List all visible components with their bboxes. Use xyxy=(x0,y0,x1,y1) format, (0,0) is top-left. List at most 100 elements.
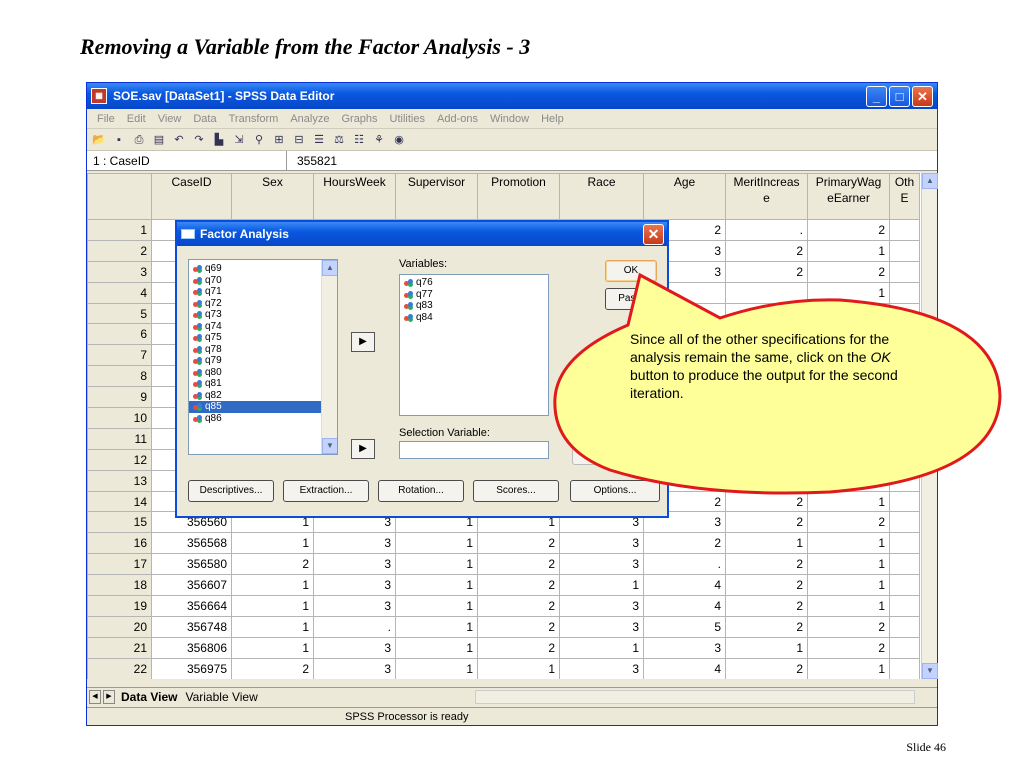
data-cell[interactable] xyxy=(889,511,920,534)
data-cell[interactable]: 1 xyxy=(725,532,808,555)
data-cell[interactable]: . xyxy=(807,469,890,492)
column-header-caseid[interactable]: CaseID xyxy=(151,173,232,220)
descriptives-button[interactable]: Descriptives... xyxy=(188,480,274,502)
move-to-variables-button[interactable]: ▶ xyxy=(351,332,375,352)
column-header-othe[interactable]: Oth E xyxy=(889,173,920,220)
row-number[interactable]: 9 xyxy=(87,386,152,409)
data-cell[interactable]: 1 xyxy=(807,490,890,513)
data-cell[interactable]: 1 xyxy=(231,595,314,617)
cell-value[interactable]: 355821 xyxy=(287,154,337,168)
data-cell[interactable]: 2 xyxy=(725,511,808,534)
source-list-scrollbar[interactable]: ▲ ▼ xyxy=(321,260,337,454)
dialog-titlebar[interactable]: Factor Analysis xyxy=(177,222,667,246)
scroll-up-icon[interactable]: ▲ xyxy=(922,173,938,189)
data-cell[interactable]: 3 xyxy=(313,574,396,597)
row-number[interactable]: 18 xyxy=(87,574,152,597)
source-variable-item[interactable]: q72 xyxy=(189,298,337,310)
data-cell[interactable]: 1 xyxy=(477,657,560,679)
goto-case-icon[interactable]: ⇲ xyxy=(231,132,247,148)
data-cell[interactable]: 1 xyxy=(395,636,478,659)
data-cell[interactable]: 1 xyxy=(395,595,478,617)
data-cell[interactable]: 2 xyxy=(477,532,560,555)
data-cell[interactable] xyxy=(889,448,920,471)
menu-item-addons[interactable]: Add-ons xyxy=(437,113,478,125)
print-icon[interactable]: ⎙ xyxy=(131,132,147,148)
data-cell[interactable] xyxy=(889,636,920,659)
goto-chart-icon[interactable]: ▙ xyxy=(211,132,227,148)
maximize-button[interactable]: □ xyxy=(889,86,910,107)
column-header-hoursweek[interactable]: HoursWeek xyxy=(313,173,396,220)
column-header-race[interactable]: Race xyxy=(559,173,644,220)
data-cell[interactable]: 2 xyxy=(725,448,808,471)
data-cell[interactable]: 3 xyxy=(559,595,644,617)
data-cell[interactable] xyxy=(889,490,920,513)
dialog-recall-icon[interactable]: ▤ xyxy=(151,132,167,148)
row-number[interactable]: 8 xyxy=(87,365,152,388)
data-cell[interactable]: 2 xyxy=(807,260,890,283)
tab-next-icon[interactable]: ▶ xyxy=(103,689,115,704)
data-cell[interactable] xyxy=(807,407,890,429)
row-number[interactable]: 21 xyxy=(87,636,152,659)
data-cell[interactable] xyxy=(889,407,920,429)
data-cell[interactable]: 2 xyxy=(477,553,560,576)
row-number[interactable]: 15 xyxy=(87,511,152,534)
data-cell[interactable] xyxy=(807,427,890,450)
undo-icon[interactable]: ↶ xyxy=(171,132,187,148)
data-cell[interactable]: 1 xyxy=(807,532,890,555)
data-cell[interactable]: 4 xyxy=(643,657,726,679)
data-cell[interactable]: 1 xyxy=(807,595,890,617)
source-variable-item[interactable]: q70 xyxy=(189,275,337,287)
row-number[interactable]: 7 xyxy=(87,344,152,367)
source-variable-item[interactable]: q85 xyxy=(189,401,337,413)
close-button[interactable]: ✕ xyxy=(912,86,933,107)
source-variable-item[interactable]: q86 xyxy=(189,413,337,425)
data-cell[interactable]: 3 xyxy=(313,532,396,555)
data-cell[interactable]: 2 xyxy=(643,532,726,555)
extraction-button[interactable]: Extraction... xyxy=(283,480,369,502)
data-cell[interactable]: 2 xyxy=(477,615,560,638)
menu-item-graphs[interactable]: Graphs xyxy=(341,113,377,125)
column-header-age[interactable]: Age xyxy=(643,173,726,220)
data-cell[interactable]: 356664 xyxy=(151,595,232,617)
menu-item-utilities[interactable]: Utilities xyxy=(390,113,425,125)
source-variable-item[interactable]: q79 xyxy=(189,355,337,367)
data-cell[interactable]: 3 xyxy=(559,532,644,555)
row-number[interactable]: 19 xyxy=(87,595,152,617)
row-number[interactable]: 13 xyxy=(87,469,152,492)
data-cell[interactable]: 1 xyxy=(807,657,890,679)
data-cell[interactable]: 4 xyxy=(643,574,726,597)
data-cell[interactable]: 1 xyxy=(231,615,314,638)
data-cell[interactable] xyxy=(725,281,808,304)
rotation-button[interactable]: Rotation... xyxy=(378,480,464,502)
data-cell[interactable]: 1 xyxy=(395,532,478,555)
data-cell[interactable]: 2 xyxy=(725,469,808,492)
analysis-variable-item[interactable]: q77 xyxy=(400,289,548,301)
data-cell[interactable]: 1 xyxy=(559,636,644,659)
data-cell[interactable]: . xyxy=(725,219,808,241)
row-number[interactable]: 22 xyxy=(87,657,152,679)
minimize-button[interactable]: _ xyxy=(866,86,887,107)
data-cell[interactable] xyxy=(889,427,920,450)
data-cell[interactable]: 1 xyxy=(559,574,644,597)
data-cell[interactable]: 3 xyxy=(559,657,644,679)
data-cell[interactable]: 1 xyxy=(231,532,314,555)
data-cell[interactable]: 3 xyxy=(313,657,396,679)
data-cell[interactable]: 1 xyxy=(395,615,478,638)
analysis-variable-item[interactable]: q83 xyxy=(400,300,548,312)
menu-item-view[interactable]: View xyxy=(158,113,182,125)
data-cell[interactable] xyxy=(889,657,920,679)
menu-item-window[interactable]: Window xyxy=(490,113,529,125)
source-scroll-up-icon[interactable]: ▲ xyxy=(322,260,337,276)
data-cell[interactable]: . xyxy=(643,553,726,576)
row-number[interactable]: 20 xyxy=(87,615,152,638)
menu-item-edit[interactable]: Edit xyxy=(127,113,146,125)
data-cell[interactable] xyxy=(889,239,920,262)
data-cell[interactable]: 1 xyxy=(395,553,478,576)
ok-button[interactable]: OK xyxy=(605,260,657,282)
data-cell[interactable]: 1 xyxy=(807,239,890,262)
data-cell[interactable]: 1 xyxy=(395,657,478,679)
data-cell[interactable] xyxy=(725,427,808,450)
data-cell[interactable]: 1 xyxy=(807,553,890,576)
data-cell[interactable]: 1 xyxy=(807,448,890,471)
source-variable-item[interactable]: q71 xyxy=(189,286,337,298)
